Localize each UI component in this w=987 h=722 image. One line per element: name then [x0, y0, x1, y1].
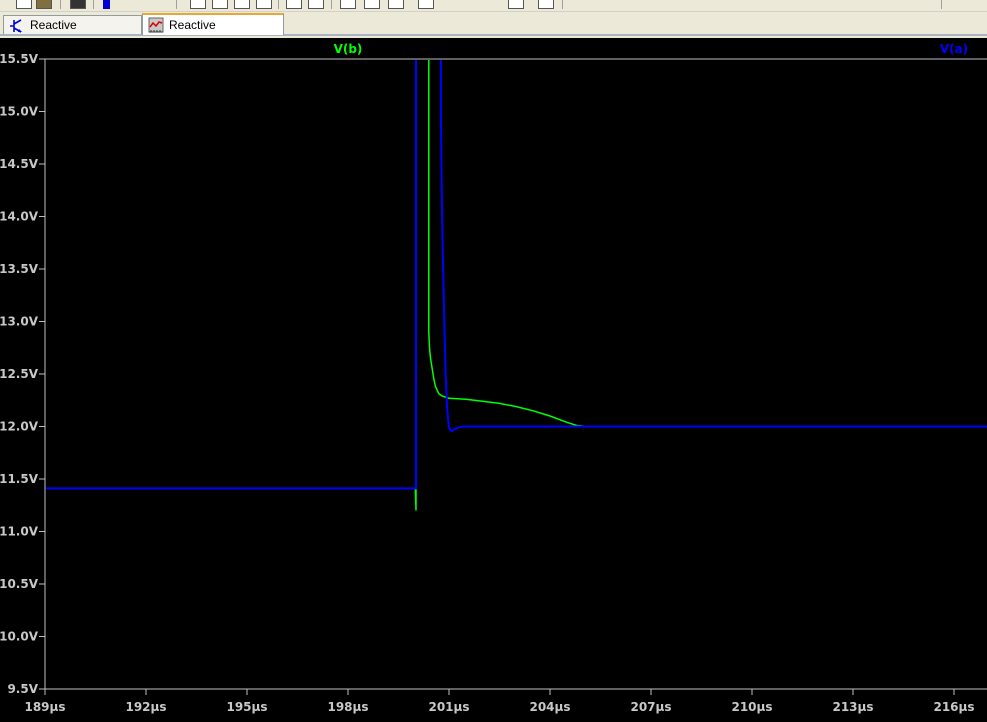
waveform-chart[interactable]: 15.5V 15.0V 14.5V 14.0V 13.5V 13.0V 12.5V 12.0V… [0, 38, 987, 722]
x-tick-label: 189µs [24, 700, 65, 714]
waveform-icon [148, 17, 164, 33]
traces [46, 60, 987, 511]
autorange-icon[interactable] [286, 0, 302, 9]
zoom-cancel-icon[interactable] [256, 0, 272, 9]
x-tick-label: 213µs [832, 700, 873, 714]
schematic-icon [10, 19, 22, 33]
y-tick-label: 14.5V [0, 157, 39, 171]
x-tick-label: 210µs [731, 700, 772, 714]
toolbar-separator [60, 0, 61, 9]
x-tick-label: 216µs [933, 700, 974, 714]
tab-waveform[interactable]: Reactive damping.raw [142, 13, 284, 52]
zoom-out-icon[interactable] [212, 0, 228, 9]
run-icon[interactable] [103, 0, 110, 9]
x-tick-label: 198µs [327, 700, 368, 714]
y-tick-label: 9.5V [7, 682, 38, 696]
axes: 15.5V 15.0V 14.5V 14.0V 13.5V 13.0V 12.5V 12.0V… [0, 52, 987, 714]
tab-schematic[interactable]: Reactive damping.asc [3, 15, 142, 51]
waveform-plot[interactable]: 15.5V 15.0V 14.5V 14.0V 13.5V 13.0V 12.5V 12.0V… [0, 38, 987, 722]
y-tick-label: 11.0V [0, 525, 39, 539]
toolbar-separator [176, 0, 177, 9]
document-tabs: Reactive damping.asc Reactive damping.ra… [0, 12, 987, 52]
y-tick-label: 13.0V [0, 315, 39, 329]
toolbar-separator [331, 0, 332, 9]
y-tick-label: 15.0V [0, 105, 39, 119]
zoom-in-icon[interactable] [190, 0, 206, 9]
new-file-icon[interactable] [16, 0, 32, 9]
y-tick-label: 13.5V [0, 262, 39, 276]
y-tick-label: 15.5V [0, 52, 39, 66]
y-tick-label: 12.0V [0, 420, 39, 434]
print-preview-icon[interactable] [538, 0, 554, 9]
y-tick-label: 10.0V [0, 630, 39, 644]
window-tile-icon[interactable] [340, 0, 356, 9]
x-tick-label: 192µs [125, 700, 166, 714]
y-tick-label: 12.5V [0, 367, 39, 381]
x-tick-label: 195µs [226, 700, 267, 714]
toolbar-separator [941, 0, 942, 9]
y-tick-label: 14.0V [0, 210, 39, 224]
toolbar-separator [278, 0, 279, 9]
trace-label-v-a[interactable]: V(a) [940, 42, 968, 56]
component-icon[interactable] [418, 0, 434, 9]
print-icon[interactable] [508, 0, 524, 9]
x-tick-label: 204µs [529, 700, 570, 714]
toolbar-separator [562, 0, 563, 9]
trace-va [46, 60, 987, 490]
toolbar-separator [93, 0, 94, 9]
toolbar [0, 0, 987, 12]
y-tick-label: 11.5V [0, 472, 39, 486]
open-file-icon[interactable] [36, 0, 52, 9]
trace-label-v-b[interactable]: V(b) [334, 42, 363, 56]
zoom-full-icon[interactable] [234, 0, 250, 9]
window-arrange-icon[interactable] [388, 0, 404, 9]
save-icon[interactable] [70, 0, 86, 9]
trace-icon[interactable] [308, 0, 324, 9]
x-tick-label: 201µs [428, 700, 469, 714]
x-tick-label: 207µs [630, 700, 671, 714]
window-cascade-icon[interactable] [364, 0, 380, 9]
y-tick-label: 10.5V [0, 577, 39, 591]
